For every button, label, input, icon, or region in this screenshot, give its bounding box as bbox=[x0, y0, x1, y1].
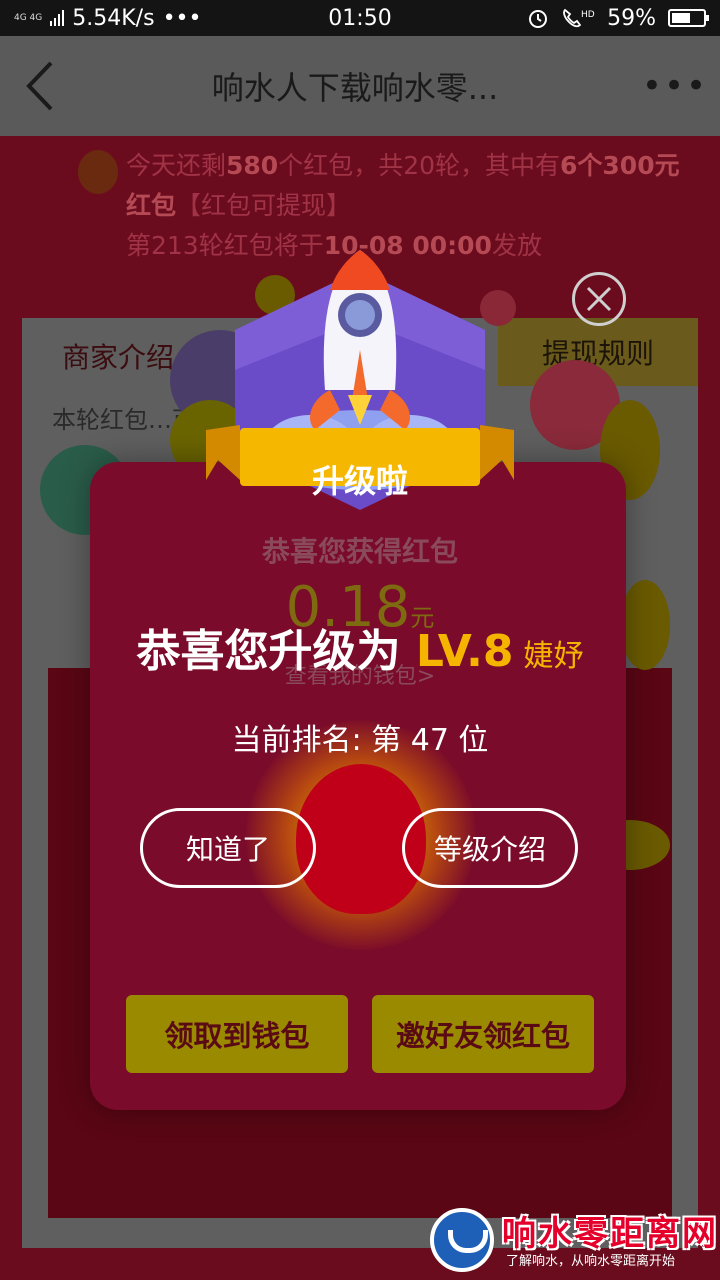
hd-call-icon: HD bbox=[563, 8, 595, 28]
svg-text:HD: HD bbox=[581, 10, 595, 20]
tab-merchant-intro[interactable]: 商家介绍 bbox=[62, 336, 174, 376]
site-watermark: 响水零距离网 了解响水，从响水零距离开始 bbox=[430, 1200, 720, 1280]
faded-redpacket-title: 恭喜您获得红包 bbox=[261, 535, 458, 568]
watermark-site-name: 响水零距离网 bbox=[502, 1214, 718, 1254]
mascot-icon bbox=[78, 150, 118, 194]
level-intro-button[interactable]: 等级介绍 bbox=[402, 808, 578, 888]
got-it-button[interactable]: 知道了 bbox=[140, 808, 316, 888]
close-popup-button[interactable] bbox=[572, 272, 626, 326]
close-icon bbox=[586, 286, 612, 312]
watermark-slogan: 了解响水，从响水零距离开始 bbox=[506, 1254, 676, 1269]
network-speed: 5.54K/s bbox=[72, 5, 155, 31]
nav-bar: 响水人下载响水零... ••• bbox=[0, 36, 720, 136]
alarm-icon bbox=[529, 10, 548, 28]
current-rank: 当前排名: 第 47 位 bbox=[231, 723, 489, 758]
status-bar: 4G 4G 5.54K/s ••• 01:50 HD 59% bbox=[0, 0, 720, 36]
page-title: 响水人下载响水零... bbox=[211, 69, 499, 107]
site-logo bbox=[430, 1208, 494, 1272]
invite-friends-button[interactable]: 邀好友领红包 bbox=[372, 995, 594, 1073]
more-menu-button[interactable]: ••• bbox=[630, 66, 720, 106]
battery-percent: 59% bbox=[607, 5, 656, 31]
upgrade-badge-label: 升级啦 bbox=[311, 462, 408, 500]
claim-to-wallet-button[interactable]: 领取到钱包 bbox=[126, 995, 348, 1073]
rank-title: 婕妤 bbox=[523, 639, 584, 674]
chevron-left-icon bbox=[26, 61, 53, 111]
back-button[interactable] bbox=[0, 36, 80, 136]
upgrade-congrats: 恭喜您升级为 LV.8 婕妤 bbox=[136, 626, 584, 677]
redpacket-notice: 今天还剩580个红包，共20轮，其中有6个300元红包【红包可提现】 第213轮… bbox=[126, 151, 680, 260]
more-notifications: ••• bbox=[162, 5, 202, 31]
battery-icon bbox=[668, 9, 709, 27]
signal-icon bbox=[50, 10, 65, 26]
level-value: LV.8 bbox=[415, 626, 514, 677]
network-indicator: 4G 4G bbox=[14, 13, 43, 23]
